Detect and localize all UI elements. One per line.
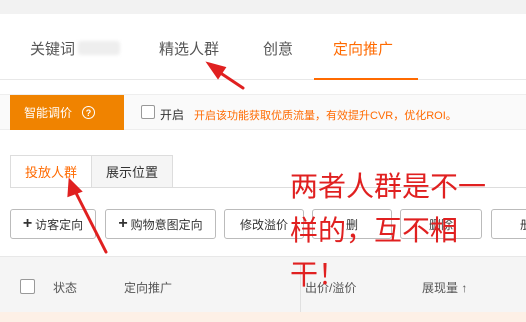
visitor-target-label: 访客定向: [35, 217, 84, 232]
enable-label: 开启: [160, 108, 185, 122]
active-tab-indicator: [314, 78, 418, 80]
table-row: [0, 312, 526, 322]
blurred-text: [78, 41, 120, 55]
modify-premium-label: 修改溢价: [239, 217, 288, 232]
col-target: 定向推广: [124, 281, 173, 295]
action-button-6-label: 册: [520, 216, 526, 233]
smart-bid-bar: 智能调价 ? 开启 开启该功能获取优质流量，有效提升CVR，优化ROI。: [0, 94, 526, 130]
purchase-intent-label: 购物意图定向: [130, 217, 203, 232]
help-icon[interactable]: ?: [82, 106, 96, 119]
tab-creative[interactable]: 创意: [263, 38, 293, 59]
smart-bid-label: 智能调价: [24, 106, 73, 120]
annotation-text: 两者人群是不一样的，互不相干！: [290, 170, 487, 291]
plus-icon: +: [118, 215, 128, 232]
enable-checkbox[interactable]: [141, 105, 155, 119]
select-all-checkbox[interactable]: [20, 279, 35, 294]
tab-keywords[interactable]: 关键词: [30, 38, 75, 59]
top-bar: [0, 0, 526, 14]
smart-bid-button[interactable]: 智能调价 ?: [10, 95, 124, 130]
col-status: 状态: [53, 281, 78, 295]
plus-icon: +: [22, 215, 33, 232]
visitor-target-button[interactable]: + 访客定向: [10, 209, 96, 239]
main-tabs: 关键词 精选人群 创意 定向推广: [0, 14, 526, 80]
subtab-placement[interactable]: 展示位置: [91, 155, 173, 188]
tab-selected-audience[interactable]: 精选人群: [159, 38, 219, 59]
subtab-audience[interactable]: 投放人群: [10, 155, 92, 188]
tab-targeted-promotion[interactable]: 定向推广: [333, 38, 393, 59]
purchase-intent-button[interactable]: + 购物意图定向: [105, 209, 216, 239]
enable-description: 开启该功能获取优质流量，有效提升CVR，优化ROI。: [194, 110, 457, 122]
